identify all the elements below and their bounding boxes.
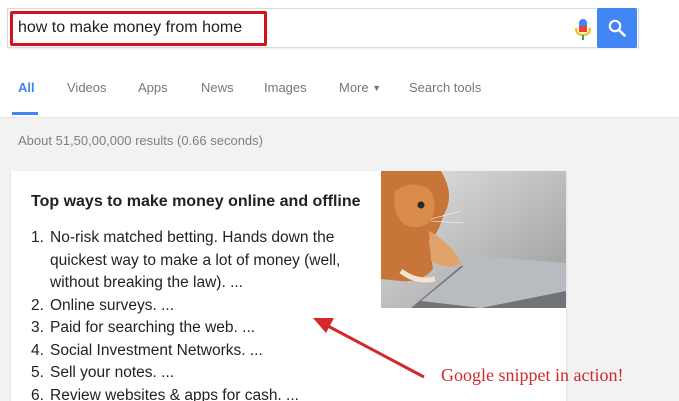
cat-on-laptop-image[interactable] — [381, 171, 566, 308]
tab-more-label: More — [339, 80, 369, 95]
caret-down-icon: ▼ — [372, 83, 382, 93]
list-item: 2. Online surveys. ... — [31, 295, 371, 318]
list-item: 4. Social Investment Networks. ... — [31, 340, 371, 363]
list-item-text: Review websites & apps for cash. ... — [50, 386, 299, 401]
active-tab-indicator — [12, 112, 38, 115]
list-item-text: Social Investment Networks. ... — [50, 341, 263, 359]
search-tabs: All Videos Apps News Images More ▼ Searc… — [0, 78, 679, 118]
tab-news[interactable]: News — [201, 78, 234, 118]
list-item-number: 4. — [31, 341, 44, 359]
list-item: 6. Review websites & apps for cash. ... — [31, 385, 371, 401]
list-item: 1. No-risk matched betting. Hands down th… — [31, 227, 371, 295]
annotation-label: Google snippet in action! — [441, 365, 624, 385]
list-item-number: 5. — [31, 364, 44, 381]
list-item: 5. Sell your notes. ... — [31, 362, 371, 385]
snippet-list: 1. No-risk matched betting. Hands down th… — [31, 227, 371, 401]
list-item-number: 3. — [31, 319, 44, 336]
list-item-number: 1. — [31, 229, 44, 246]
search-box[interactable] — [7, 8, 639, 48]
tab-search-tools[interactable]: Search tools — [409, 78, 481, 118]
search-input[interactable] — [18, 17, 258, 39]
snippet-title[interactable]: Top ways to make money online and offlin… — [31, 193, 361, 211]
list-item: 3. Paid for searching the web. ... — [31, 317, 371, 340]
search-header: All Videos Apps News Images More ▼ Searc… — [0, 0, 679, 118]
list-item-text: Paid for searching the web. ... — [50, 319, 256, 336]
list-item-text: Sell your notes. ... — [50, 364, 175, 381]
list-item-number: 6. — [31, 386, 44, 401]
list-item-text: No-risk matched betting. Hands down the … — [50, 229, 341, 291]
list-item-text: Online surveys. ... — [50, 296, 175, 314]
result-stats: About 51,50,00,000 results (0.66 seconds… — [18, 133, 263, 148]
tab-images[interactable]: Images — [264, 78, 307, 118]
microphone-icon[interactable] — [574, 19, 592, 41]
tab-more[interactable]: More ▼ — [339, 78, 381, 118]
tab-videos[interactable]: Videos — [67, 78, 107, 118]
list-item-number: 2. — [31, 296, 44, 314]
tab-apps[interactable]: Apps — [138, 78, 168, 118]
search-button[interactable] — [597, 8, 637, 48]
